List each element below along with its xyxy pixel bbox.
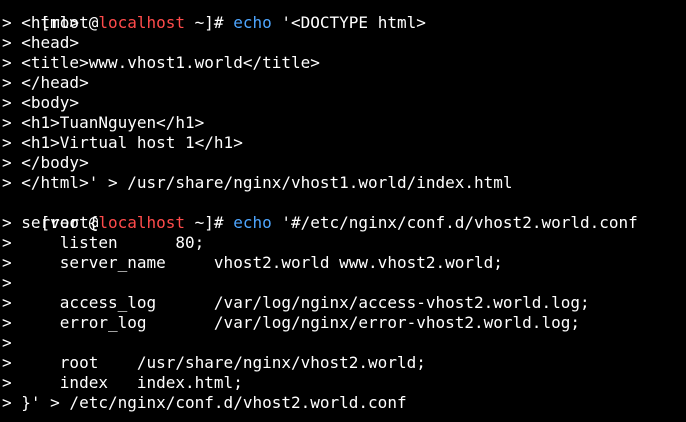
output-line: > <body> — [2, 93, 80, 112]
output-line: > access_log /var/log/nginx/access-vhost… — [2, 293, 590, 312]
output-line: > listen 80; — [2, 233, 205, 252]
terminal-window[interactable]: [root@localhost ~]# echo '<DOCTYPE html>… — [0, 0, 686, 422]
command-name: echo — [233, 213, 272, 232]
command-argument: '<DOCTYPE html> — [271, 13, 426, 32]
output-line: > root /usr/share/nginx/vhost2.world; — [2, 353, 426, 372]
output-line: > <h1>Virtual host 1</h1> — [2, 133, 243, 152]
prompt-line-1: [root@localhost ~]# echo '<DOCTYPE html> — [2, 0, 686, 32]
output-line: > — [2, 333, 12, 352]
output-line: > — [2, 273, 12, 292]
output-line: > index index.html; — [2, 373, 243, 392]
output-line: > error_log /var/log/nginx/error-vhost2.… — [2, 313, 580, 332]
command-name: echo — [233, 13, 272, 32]
prompt-suffix: ~]# — [185, 213, 234, 232]
output-line: > </body> — [2, 153, 89, 172]
command-argument: '#/etc/nginx/conf.d/vhost2.world.conf — [271, 213, 638, 232]
output-line: > <h1>TuanNguyen</h1> — [2, 113, 205, 132]
prompt-hostname: localhost — [98, 13, 186, 32]
output-line: > <title>www.vhost1.world</title> — [2, 53, 320, 72]
output-line: > <head> — [2, 33, 80, 52]
prompt-hostname: localhost — [98, 213, 186, 232]
output-line: > }' > /etc/nginx/conf.d/vhost2.world.co… — [2, 393, 407, 412]
output-line: > </head> — [2, 73, 89, 92]
prompt-suffix: ~]# — [185, 13, 234, 32]
output-line: > </html>' > /usr/share/nginx/vhost1.wor… — [2, 173, 513, 192]
prompt-line-2: [root@localhost ~]# echo '#/etc/nginx/co… — [2, 193, 686, 232]
output-line: > server_name vhost2.world www.vhost2.wo… — [2, 253, 503, 272]
